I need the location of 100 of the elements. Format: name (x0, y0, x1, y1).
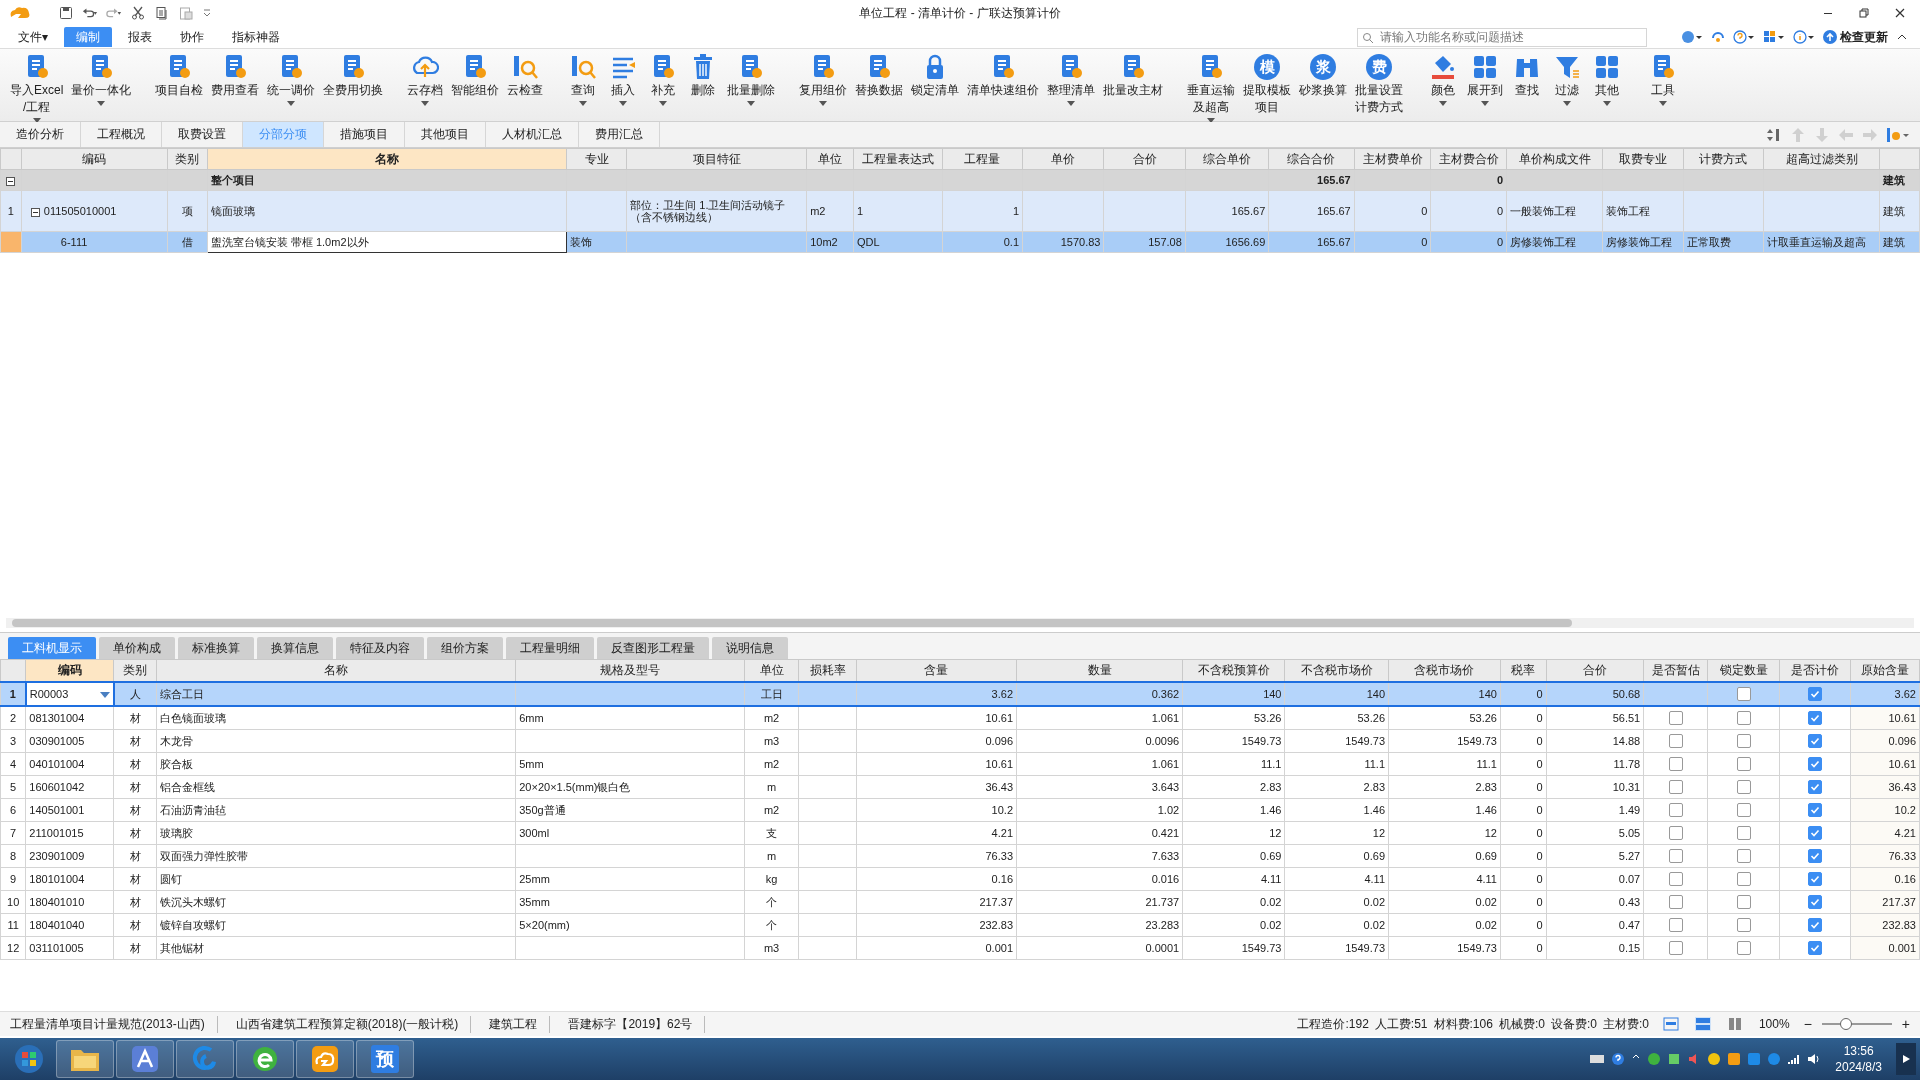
checkbox[interactable] (1668, 826, 1683, 841)
ribbon-button[interactable]: 查询 (565, 53, 602, 106)
ribbon-button[interactable]: 批量删除 (725, 53, 778, 106)
checkbox[interactable] (1668, 734, 1683, 749)
ribbon-button[interactable]: 全费用切换 (321, 53, 386, 98)
checkbox[interactable] (1668, 895, 1683, 910)
taskbar-app[interactable] (116, 1040, 174, 1078)
tray-app-icon[interactable] (1727, 1052, 1742, 1066)
table-row[interactable]: 9 180101004 材 圆钉 25mm kg 0.16 0.016 4.11 4.11 4.11 0 0.07 0.16 (0, 867, 1920, 891)
column-header[interactable]: 单位 (806, 148, 854, 170)
ribbon-button[interactable]: 过滤 (1549, 53, 1586, 106)
detail-tab[interactable]: 标准换算 (178, 637, 254, 659)
copy-icon[interactable] (154, 6, 170, 20)
ribbon-button[interactable]: 替换数据 (853, 53, 906, 98)
ribbon-button[interactable]: 费用查看 (209, 53, 262, 98)
table-row[interactable]: 6 140501001 材 石油沥青油毡 350g普通 m2 10.2 1.02 1.46 1.46 1.46 0 1.49 10.2 (0, 798, 1920, 822)
checkbox[interactable] (1808, 687, 1823, 702)
taskbar-app[interactable]: 预 (356, 1040, 414, 1078)
column-header[interactable]: 名称 (207, 148, 567, 170)
tray-app-icon[interactable] (1747, 1052, 1762, 1066)
column-header[interactable]: 工程量表达式 (853, 148, 943, 170)
checkbox[interactable] (1808, 849, 1823, 864)
paste-icon[interactable] (178, 6, 194, 20)
detail-tab[interactable]: 工程量明细 (506, 637, 594, 659)
ribbon-button[interactable]: 工具 (1645, 53, 1682, 106)
info-icon[interactable] (1793, 30, 1815, 44)
help-icon[interactable] (1733, 30, 1755, 44)
signal-icon[interactable] (1787, 1052, 1802, 1066)
column-header[interactable]: 类别 (167, 148, 208, 170)
menu-tab[interactable]: 指标神器 (220, 27, 293, 47)
checkbox[interactable] (1668, 803, 1683, 818)
cut-icon[interactable] (130, 6, 146, 20)
search-field[interactable]: 请输入功能名称或问题描述 (1357, 27, 1647, 47)
column-header[interactable]: 项目特征 (626, 148, 807, 170)
save-icon[interactable] (58, 6, 74, 20)
checkbox[interactable] (1736, 895, 1751, 910)
close-icon[interactable] (1894, 7, 1906, 19)
view-tab[interactable]: 工程概况 (81, 122, 162, 147)
customize-caret-icon[interactable] (202, 8, 212, 18)
table-row[interactable]: 2 081301004 材 白色镜面玻璃 6mm m2 10.61 1.061 53.26 53.26 53.26 0 56.51 10.61 (0, 706, 1920, 730)
table-row[interactable]: 8 230901009 材 双面强力弹性胶带 m 76.33 7.633 0.69 0.69 0.69 0 5.27 76.33 (0, 844, 1920, 868)
redo-icon[interactable] (106, 6, 122, 20)
help-icon[interactable] (1611, 1052, 1626, 1066)
ribbon-button[interactable]: 插入 (605, 53, 642, 106)
restore-icon[interactable] (1858, 7, 1870, 19)
tray-app-icon[interactable] (1707, 1052, 1722, 1066)
grid-icon[interactable] (1763, 30, 1785, 44)
ribbon-button[interactable]: 批量改主材 (1101, 53, 1166, 98)
ribbon-button[interactable]: 统一调价 (265, 53, 318, 106)
table-row[interactable]: 3 030901005 材 木龙骨 m3 0.096 0.0096 1549.73 1549.73 1549.73 0 14.88 0.096 (0, 729, 1920, 753)
table-row[interactable]: 11 180401040 材 镀锌自攻螺钉 5×20(mm) 个 232.83 23.283 0.02 0.02 0.02 0 0.47 232.83 (0, 913, 1920, 937)
checkbox[interactable] (1736, 687, 1751, 702)
taskbar-app[interactable] (56, 1040, 114, 1078)
show-desktop-button[interactable] (1896, 1043, 1916, 1075)
checkbox[interactable] (1808, 826, 1823, 841)
horizontal-scrollbar[interactable] (6, 618, 1914, 628)
checkbox[interactable] (1736, 849, 1751, 864)
taskbar-app[interactable] (296, 1040, 354, 1078)
checkbox[interactable] (1668, 872, 1683, 887)
ribbon-button[interactable]: 智能组价 (449, 53, 502, 98)
column-settings-icon[interactable] (1886, 126, 1910, 143)
dropdown-caret-icon[interactable] (99, 692, 110, 698)
column-header[interactable]: 规格及型号 (515, 659, 745, 682)
checkbox[interactable] (1736, 803, 1751, 818)
ribbon-button[interactable]: 浆 砂浆换算 (1297, 53, 1350, 98)
checkbox[interactable] (1668, 711, 1683, 726)
checkbox[interactable] (1736, 918, 1751, 933)
checkbox[interactable] (1808, 780, 1823, 795)
column-header[interactable]: 主材费单价 (1354, 148, 1431, 170)
taskbar-app[interactable] (236, 1040, 294, 1078)
checkbox[interactable] (1736, 941, 1751, 956)
table-row[interactable]: 12 031101005 材 其他锯材 m3 0.001 0.0001 1549.73 1549.73 1549.73 0 0.15 0.001 (0, 936, 1920, 960)
column-header[interactable]: 单价 (1022, 148, 1104, 170)
column-header[interactable]: 合价 (1103, 148, 1186, 170)
detail-tab[interactable]: 换算信息 (257, 637, 333, 659)
keyboard-icon[interactable] (1589, 1053, 1606, 1065)
ribbon-button[interactable]: 费 批量设置 计费方式 (1353, 53, 1406, 115)
column-header[interactable]: 编码 (21, 148, 168, 170)
checkbox[interactable] (1736, 872, 1751, 887)
checkbox[interactable] (1736, 734, 1751, 749)
ribbon-button[interactable]: 展开到 (1465, 53, 1506, 106)
column-header[interactable]: 超高过滤类别 (1763, 148, 1880, 170)
column-header[interactable]: 单价构成文件 (1506, 148, 1603, 170)
table-row[interactable]: 1 R00003 人 综合工日 工日 3.62 0.362 140 140 140 0 50.68 3.62 (0, 682, 1920, 706)
layout-icon[interactable] (1662, 1017, 1679, 1031)
layout-icon[interactable] (1694, 1017, 1711, 1031)
checkbox[interactable] (1736, 780, 1751, 795)
table-row[interactable]: 5 160601042 材 铝合金框线 20×20×1.5(mm)银白色 m 36.43 3.643 2.83 2.83 2.83 0 10.31 36.43 (0, 775, 1920, 799)
tray-app-icon[interactable] (1667, 1052, 1682, 1066)
sort-icon[interactable] (1766, 126, 1782, 143)
ribbon-button[interactable]: 复用组价 (797, 53, 850, 106)
column-header[interactable]: 含量 (856, 659, 1017, 682)
menu-tab[interactable]: 文件▾ (6, 27, 61, 47)
ribbon-button[interactable]: 查找 (1509, 53, 1546, 98)
slider-thumb[interactable] (1840, 1018, 1853, 1030)
checkbox[interactable] (1808, 757, 1823, 772)
checkbox[interactable] (1808, 918, 1823, 933)
table-row[interactable]: 整个项目 165.67 0 建筑 (0, 169, 1920, 191)
ribbon-button[interactable]: 颜色 (1425, 53, 1462, 106)
checkbox[interactable] (1808, 872, 1823, 887)
